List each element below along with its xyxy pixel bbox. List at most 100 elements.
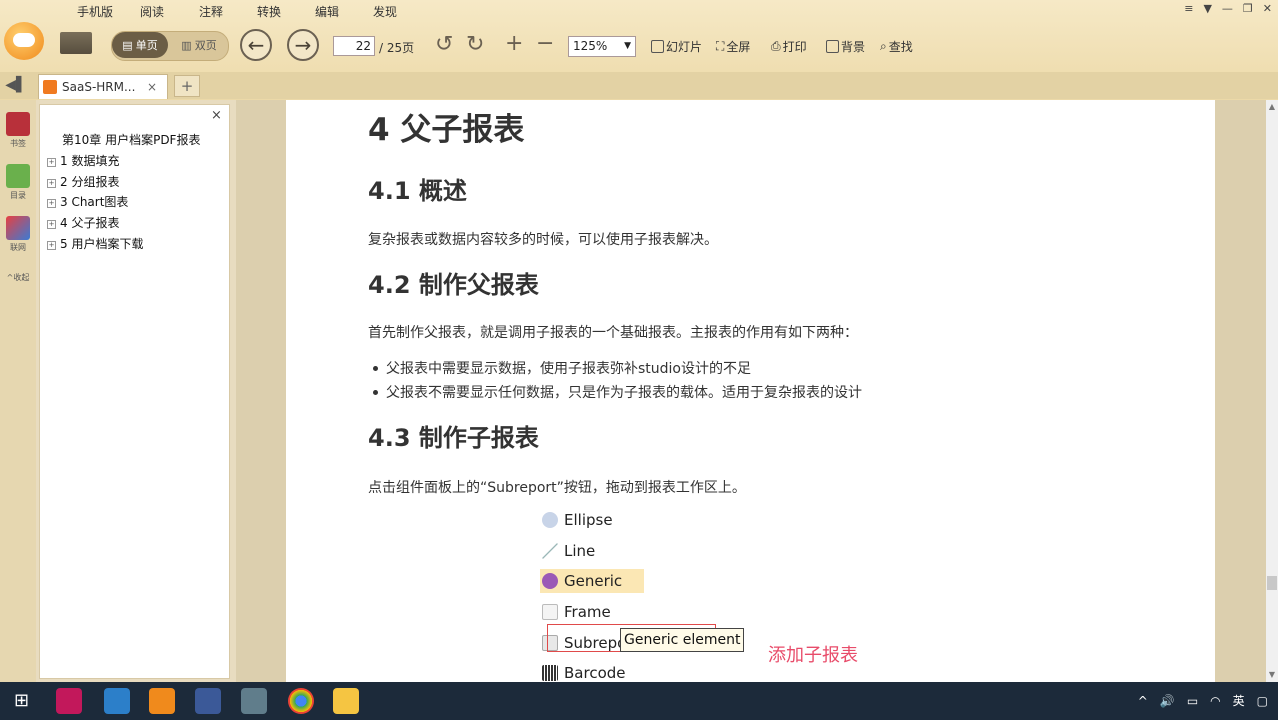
fullscreen-label: 全屏 (726, 40, 751, 54)
annotation-text: 添加子报表 (768, 645, 858, 666)
maximize-icon[interactable]: ❐ (1243, 2, 1253, 15)
outline-item-4[interactable]: +4 父子报表 (47, 214, 119, 231)
rotate-right-icon[interactable]: ↻ (466, 32, 484, 57)
menu-annotate[interactable]: 注释 (199, 3, 223, 20)
sidebar-item-bookmarks[interactable]: 书签 (5, 112, 31, 149)
toc-icon (6, 164, 30, 188)
expand-icon[interactable]: + (47, 220, 56, 229)
app-feather-icon[interactable] (195, 688, 221, 714)
expand-icon[interactable]: + (47, 241, 56, 250)
paragraph-subreport: 点击组件面板上的“Subreport”按钮，拖动到报表工作区上。 (368, 480, 746, 496)
palette-item-generic: Generic (540, 569, 645, 593)
volume-icon[interactable]: 🔊 (1160, 694, 1175, 708)
scrollbar-thumb[interactable] (1267, 576, 1277, 590)
windows-start-icon[interactable]: ⊞ (14, 690, 29, 711)
outline-item-2[interactable]: +2 分组报表 (47, 173, 119, 190)
sidebar-collapse[interactable]: ^收起 (5, 272, 31, 283)
palette-label: Barcode (564, 664, 626, 682)
sidebar-item-toc[interactable]: 目录 (5, 164, 31, 201)
new-tab-button[interactable]: + (174, 75, 200, 97)
fullscreen-icon: ⛶ (716, 39, 725, 53)
app-blue-icon[interactable] (104, 688, 130, 714)
sidebar-label-toc: 目录 (10, 191, 26, 200)
outline-close-icon[interactable]: × (211, 108, 222, 123)
pdf-reader-icon[interactable] (149, 688, 175, 714)
page-icon: ▤ (122, 38, 133, 52)
menu-discover[interactable]: 发现 (373, 3, 397, 20)
network-icon[interactable]: ◠ (1210, 694, 1220, 708)
scroll-down-icon[interactable]: ▼ (1266, 670, 1278, 679)
window-controls: ≡ ▼ — ❐ ✕ (1184, 2, 1272, 15)
zoom-value: 125% (573, 39, 608, 53)
line-icon (542, 543, 558, 559)
sidebar-item-mobile[interactable]: 联网 (5, 216, 31, 253)
menu-convert[interactable]: 转换 (257, 3, 281, 20)
app-tool-icon[interactable] (241, 688, 267, 714)
battery-icon[interactable]: ▭ (1187, 694, 1198, 708)
chevron-up-icon[interactable]: ^ (1138, 694, 1148, 708)
heading-h1: 4 父子报表 (368, 112, 525, 148)
close-tab-icon[interactable]: × (147, 80, 157, 94)
chrome-icon[interactable] (288, 688, 314, 714)
single-page-button[interactable]: ▤ 单页 (112, 32, 168, 58)
outline-item-chapter[interactable]: 第10章 用户档案PDF报表 (62, 131, 200, 148)
rotate-left-icon[interactable]: ↺ (435, 32, 453, 57)
tooltip: Generic element (620, 628, 745, 652)
outline-panel (39, 104, 230, 679)
bullet-item: 父报表不需要显示任何数据，只是作为子报表的载体。适用于复杂报表的设计 (373, 382, 862, 402)
palette-item-frame: Frame (542, 600, 611, 624)
background-button[interactable]: 背景 (826, 38, 865, 55)
app-logo-icon[interactable] (4, 22, 44, 60)
slideshow-icon (651, 40, 664, 53)
minimize-icon[interactable]: — (1222, 2, 1233, 15)
next-page-button[interactable]: → (287, 29, 319, 61)
ime-indicator[interactable]: 英 (1233, 692, 1245, 709)
bookmark-icon (6, 112, 30, 136)
menu-edit[interactable]: 编辑 (315, 3, 339, 20)
outline-label: 5 用户档案下载 (60, 237, 144, 251)
zoom-out-icon[interactable]: − (536, 31, 554, 56)
outline-item-5[interactable]: +5 用户档案下载 (47, 235, 143, 252)
outline-item-1[interactable]: +1 数据填充 (47, 152, 119, 169)
expand-icon[interactable]: + (47, 158, 56, 167)
menu-icon[interactable]: ≡ (1184, 2, 1193, 15)
open-folder-icon[interactable] (60, 32, 92, 54)
background-icon (826, 40, 839, 53)
skin-icon[interactable]: ▼ (1203, 2, 1211, 15)
toggle-sidebar-button[interactable]: ◀▌ (0, 73, 32, 97)
outline-item-3[interactable]: +3 Chart图表 (47, 193, 128, 210)
fullscreen-button[interactable]: ⛶ 全屏 (716, 38, 750, 55)
notification-icon[interactable]: ▢ (1257, 694, 1268, 708)
print-button[interactable]: ⎙ 打印 (771, 38, 807, 55)
page-number-input[interactable]: 22 (333, 36, 375, 56)
previous-page-button[interactable]: ← (240, 29, 272, 61)
palette-label: Frame (564, 603, 611, 621)
system-tray: ^ 🔊 ▭ ◠ 英 ▢ (1138, 692, 1268, 709)
scroll-up-icon[interactable]: ▲ (1266, 102, 1278, 111)
double-page-label: 双页 (194, 39, 217, 52)
expand-icon[interactable]: + (47, 179, 56, 188)
file-explorer-icon[interactable] (333, 688, 359, 714)
palette-label: Line (564, 542, 596, 560)
expand-icon[interactable]: + (47, 199, 56, 208)
taskbar (0, 682, 1278, 720)
vertical-scrollbar[interactable] (1266, 100, 1278, 682)
tab-document[interactable]: SaaS-HRM... × (38, 74, 168, 99)
heading-4-1: 4.1 概述 (368, 177, 467, 205)
double-page-button[interactable]: ▥ 双页 (172, 32, 226, 58)
barcode-icon (542, 665, 558, 681)
menu-mobile[interactable]: 手机版 (77, 3, 113, 20)
ellipse-icon (542, 512, 558, 528)
intellij-icon[interactable] (56, 688, 82, 714)
slideshow-button[interactable]: 幻灯片 (651, 38, 702, 55)
menu-read[interactable]: 阅读 (140, 3, 164, 20)
slideshow-label: 幻灯片 (666, 40, 703, 54)
zoom-select[interactable]: 125% ▼ (568, 36, 636, 57)
search-icon: ⌕ (880, 39, 887, 53)
outline-label: 4 父子报表 (60, 216, 120, 230)
zoom-in-icon[interactable]: + (505, 31, 523, 56)
find-button[interactable]: ⌕ 查找 (880, 38, 913, 55)
close-window-icon[interactable]: ✕ (1263, 2, 1272, 15)
palette-item-line: Line (542, 539, 595, 563)
paragraph-overview: 复杂报表或数据内容较多的时候，可以使用子报表解决。 (368, 232, 718, 248)
